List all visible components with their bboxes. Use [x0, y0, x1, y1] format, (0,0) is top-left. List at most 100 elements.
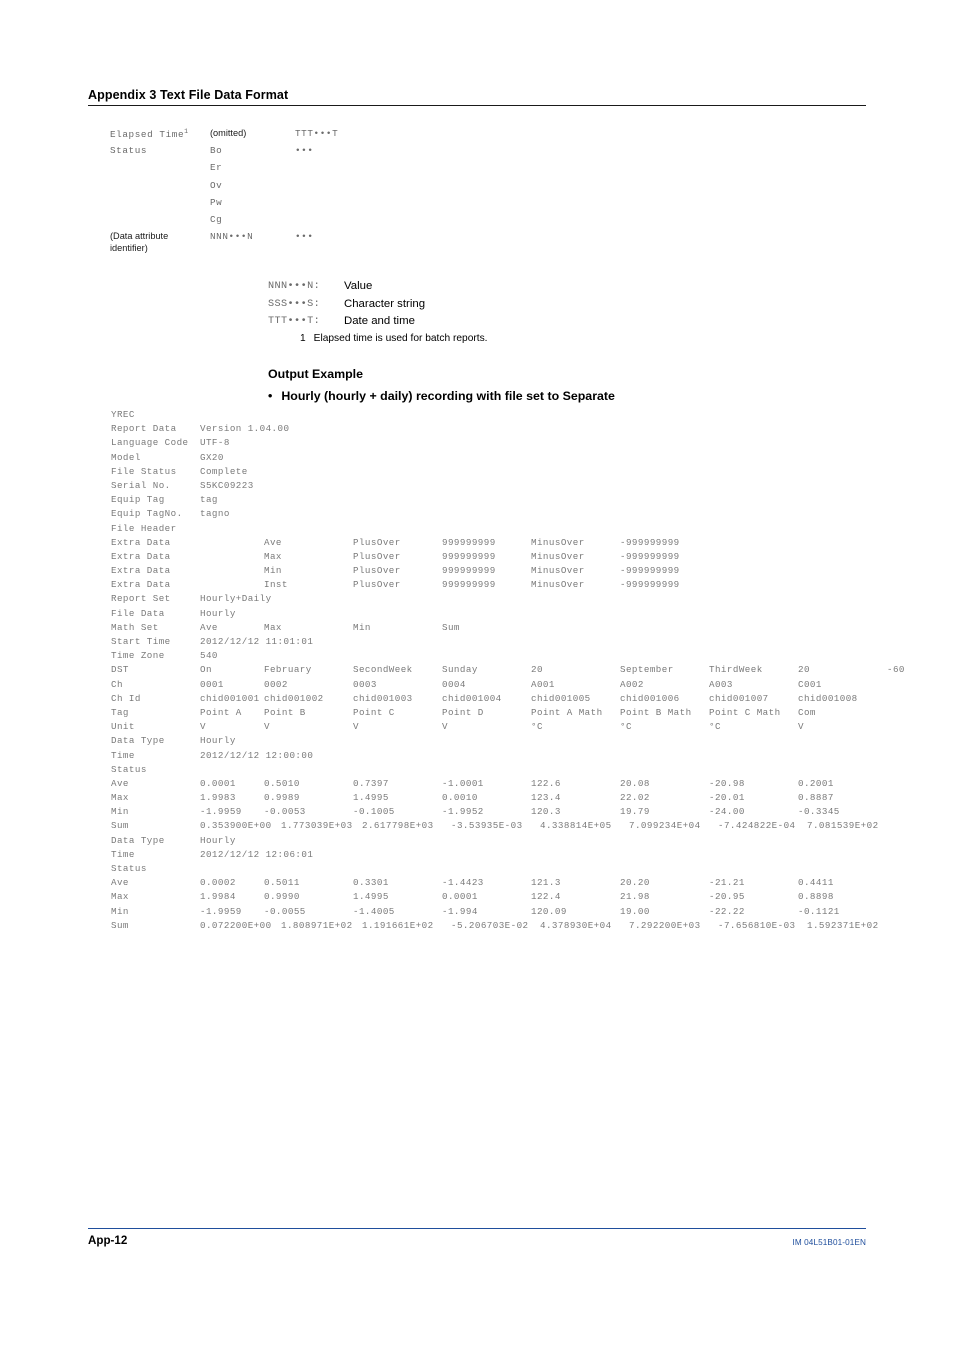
legend-row: SSS•••S: Character string [268, 298, 688, 316]
listing-cell: 0.8887 [798, 792, 834, 804]
listing-line: Equip Tag tag [111, 494, 911, 508]
listing-cell: Ave [264, 536, 282, 548]
listing-cell: Min [353, 621, 371, 633]
listing-cell: Extra Data [111, 550, 171, 562]
listing-cell: 0.5011 [264, 877, 300, 889]
listing-cell: Time Zone [111, 650, 165, 662]
listing-cell: 0.072200E+00 [200, 919, 272, 931]
listing-cell: V [798, 721, 804, 733]
listing-cell: -999999999 [620, 565, 680, 577]
listing-cell: -5.206703E-02 [451, 919, 529, 931]
listing-cell: 0.0001 [200, 777, 236, 789]
listing-cell: -20.01 [709, 792, 745, 804]
listing-cell: Hourly+Daily [200, 593, 272, 605]
listing-cell: -20.95 [709, 891, 745, 903]
listing-cell: Min [264, 565, 282, 577]
listing-cell: 1.808971E+02 [281, 919, 353, 931]
listing-cell: tag [200, 494, 218, 506]
listing-cell: -0.0053 [264, 806, 306, 818]
listing-cell: -1.9959 [200, 905, 242, 917]
listing-cell: Ave [111, 777, 129, 789]
listing-cell: chid001007 [709, 692, 769, 704]
listing-line: Report Data Version 1.04.00 [111, 423, 911, 437]
listing-cell: °C [531, 721, 543, 733]
listing-cell: V [200, 721, 206, 733]
structure-item-value: Cg [210, 213, 223, 225]
listing-cell: -60 [887, 664, 905, 676]
listing-cell: Time [111, 848, 135, 860]
listing-line: Max 1.9983 0.9989 1.4995 0.0010 123.4 22.02 -20… [111, 792, 911, 806]
listing-cell: 0.9990 [264, 891, 300, 903]
listing-cell: MinusOver [531, 550, 585, 562]
structure-table: Elapsed Time1 (omitted) TTT•••T Status Bo •••… [110, 128, 530, 253]
document-code: IM 04L51B01-01EN [792, 1238, 866, 1247]
listing-cell: 19.79 [620, 806, 650, 818]
listing-cell: 0.2001 [798, 777, 834, 789]
listing-cell: 7.081539E+02 [807, 820, 879, 832]
listing-line: Equip TagNo. tagno [111, 508, 911, 522]
listing-cell: Extra Data [111, 579, 171, 591]
listing-cell: 2012/12/12 11:01:01 [200, 636, 314, 647]
listing-cell: SecondWeek [353, 664, 413, 676]
listing-cell: tagno [200, 508, 230, 520]
document-page: Appendix 3 Text File Data Format Elapsed… [0, 0, 954, 1350]
listing-cell: YREC [111, 409, 135, 420]
structure-item-value: NNN•••N [210, 231, 254, 243]
listing-cell: 1.191661E+02 [362, 919, 434, 931]
structure-item-value: Ov [210, 179, 223, 191]
listing-cell: 122.6 [531, 777, 561, 789]
listing-cell: 2012/12/12 12:00:00 [200, 749, 314, 761]
listing-cell: 1.773039E+03 [281, 820, 353, 832]
listing-line: Status [111, 863, 911, 877]
listing-cell: 21.98 [620, 891, 650, 903]
listing-line: File Header [111, 523, 911, 537]
structure-row: Er [110, 162, 530, 179]
listing-cell: Point C Math [709, 706, 781, 718]
listing-cell: Report Set [111, 593, 171, 605]
structure-item-value: Bo [210, 145, 223, 157]
listing-cell: 0.0002 [200, 877, 236, 889]
listing-cell: 999999999 [442, 579, 496, 591]
page-title: Appendix 3 Text File Data Format [88, 88, 289, 102]
listing-line: Data Type Hourly [111, 835, 911, 849]
listing-line: Extra Data Inst PlusOver 999999999 MinusOver… [111, 579, 911, 593]
header-divider [88, 105, 866, 106]
listing-cell: -22.22 [709, 905, 745, 917]
listing-cell: chid001008 [798, 692, 858, 704]
listing-cell: Status [111, 863, 147, 874]
listing-cell: UTF-8 [200, 437, 230, 449]
data-listing: YREC Report Data Version 1.04.00 Language C… [111, 409, 911, 934]
listing-cell: 121.3 [531, 877, 561, 889]
listing-line: Extra Data Max PlusOver 999999999 MinusOver -… [111, 551, 911, 565]
listing-cell: Hourly [200, 735, 236, 747]
listing-line: YREC [111, 409, 911, 423]
listing-cell: Serial No. [111, 479, 171, 491]
listing-line: File Data Hourly [111, 608, 911, 622]
listing-cell: File Status [111, 465, 177, 477]
legend-description: Date and time [344, 315, 415, 327]
listing-cell: -0.3345 [798, 806, 840, 818]
legend-code: TTT•••T: [268, 316, 321, 327]
listing-cell: Sum [111, 919, 129, 931]
listing-line: Max 1.9984 0.9990 1.4995 0.0001 122.4 21.98 -20… [111, 891, 911, 905]
listing-cell: PlusOver [353, 579, 401, 591]
structure-row: Pw [110, 197, 530, 214]
listing-line: Time Zone 540 [111, 650, 911, 664]
structure-row: Cg [110, 214, 530, 231]
listing-line: Min -1.9959 -0.0055 -1.4005 -1.994 120.09 19.0… [111, 906, 911, 920]
listing-cell: -7.656810E-03 [718, 919, 796, 931]
listing-line: Serial No. S5KC09223 [111, 480, 911, 494]
listing-cell: 0003 [353, 678, 377, 690]
listing-cell: 0.9989 [264, 792, 300, 804]
listing-line: File Status Complete [111, 466, 911, 480]
listing-cell: GX20 [200, 451, 224, 463]
listing-cell: -999999999 [620, 536, 680, 548]
listing-cell: -1.4423 [442, 877, 484, 889]
listing-cell: V [353, 721, 359, 733]
listing-cell: Data Type [111, 834, 165, 846]
legend-code: NNN•••N: [268, 281, 321, 292]
page-header: Appendix 3 Text File Data Format [88, 88, 866, 106]
listing-cell: 20.20 [620, 877, 650, 889]
listing-cell: Report Data [111, 423, 177, 435]
listing-cell: Min [111, 806, 129, 818]
